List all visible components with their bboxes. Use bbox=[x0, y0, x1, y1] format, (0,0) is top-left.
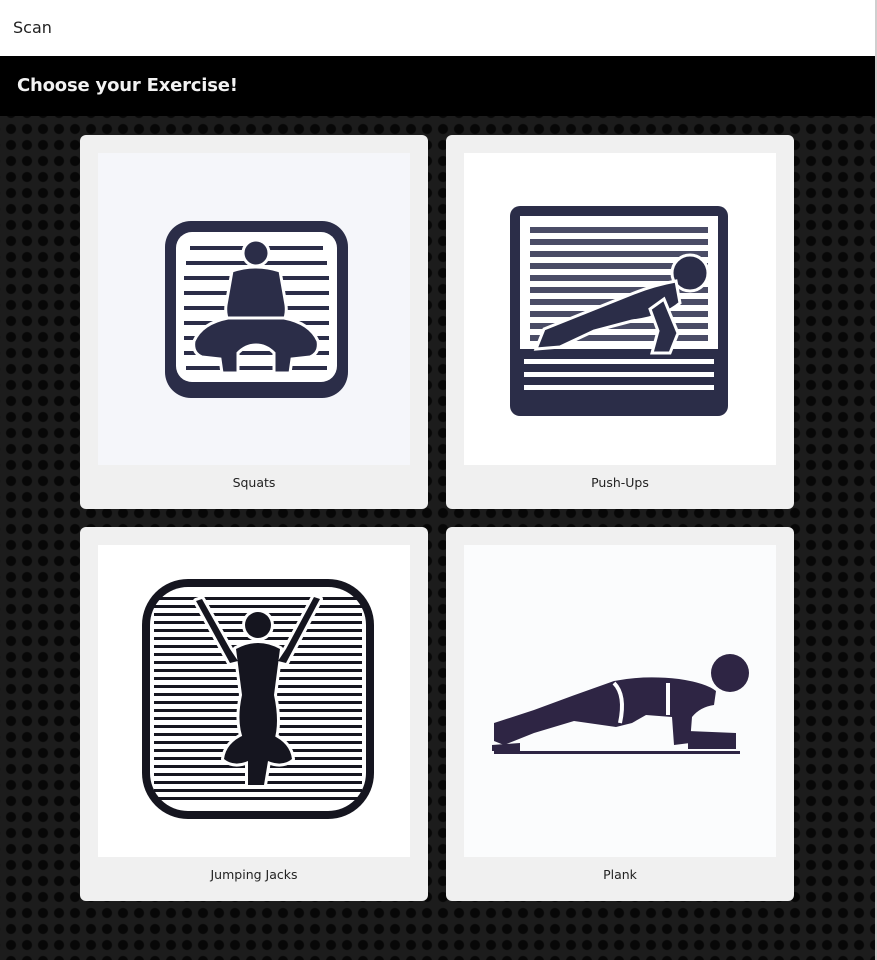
jumping-jacks-icon bbox=[142, 579, 374, 819]
exercise-label-push-ups: Push-Ups bbox=[591, 475, 649, 490]
exercise-label-jumping-jacks: Jumping Jacks bbox=[210, 867, 298, 882]
exercise-card-squats[interactable]: Squats bbox=[80, 135, 428, 509]
exercise-image-jumping-jacks bbox=[98, 545, 410, 857]
exercise-label-plank: Plank bbox=[603, 867, 637, 882]
squat-icon bbox=[165, 221, 348, 398]
exercise-card-plank[interactable]: Plank bbox=[446, 527, 794, 901]
exercise-card-push-ups[interactable]: Push-Ups bbox=[446, 135, 794, 509]
exercise-image-squats bbox=[98, 153, 410, 465]
exercise-card-jumping-jacks[interactable]: Jumping Jacks bbox=[80, 527, 428, 901]
exercise-image-push-ups bbox=[464, 153, 776, 465]
push-up-icon bbox=[510, 206, 728, 416]
title-bar: Scan bbox=[0, 0, 877, 56]
page-title: Choose your Exercise! bbox=[17, 75, 238, 96]
exercise-label-squats: Squats bbox=[232, 475, 276, 490]
plank-icon bbox=[492, 654, 749, 754]
page-header: Choose your Exercise! bbox=[0, 56, 875, 116]
exercise-image-plank bbox=[464, 545, 776, 857]
window-title: Scan bbox=[13, 18, 52, 37]
